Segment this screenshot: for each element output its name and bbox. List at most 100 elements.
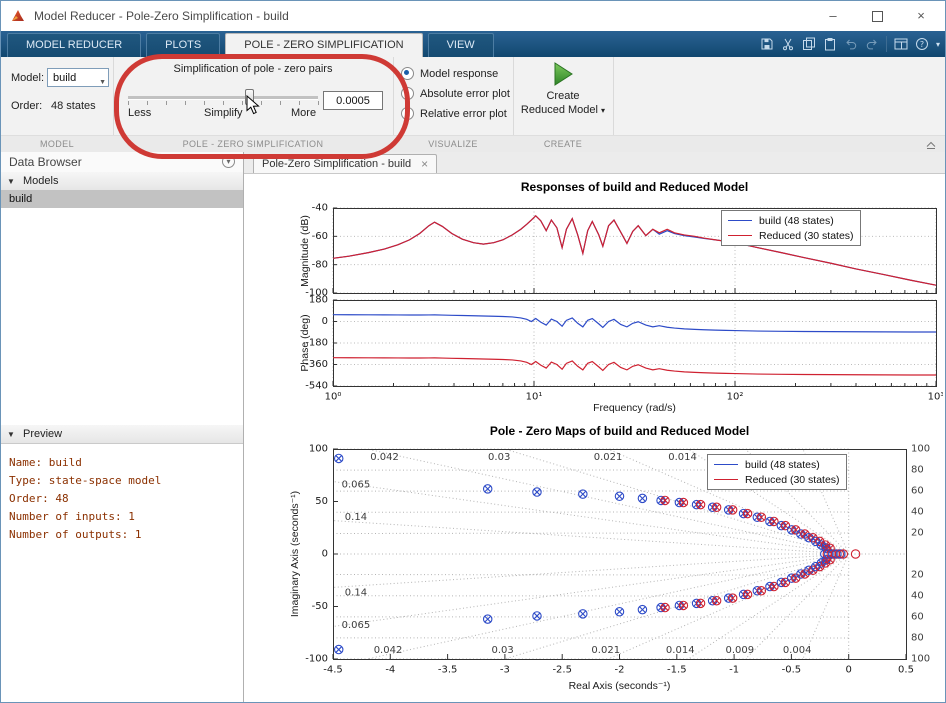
radio-relative-error-label: Relative error plot <box>420 107 507 120</box>
tab-view[interactable]: VIEW <box>427 33 494 57</box>
tolerance-input[interactable] <box>323 91 383 110</box>
build-line-swatch <box>728 220 752 221</box>
preview-line: Name: build <box>9 456 82 469</box>
simplify-slider-ticks <box>128 101 319 105</box>
slider-less-label: Less <box>128 107 152 119</box>
radio-relative-error[interactable]: Relative error plot <box>401 107 507 120</box>
preview-line: Number of outputs: 1 <box>9 528 142 541</box>
maximize-button[interactable] <box>855 1 899 31</box>
model-list-item-build[interactable]: build <box>1 190 243 208</box>
tab-pole-zero-simplification[interactable]: POLE - ZERO SIMPLIFICATION <box>225 33 423 58</box>
model-select-value: build <box>53 72 77 84</box>
real-axis-label: Real Axis (seconds⁻¹) <box>568 680 671 692</box>
section-label-visualize: VISUALIZE <box>428 139 478 149</box>
order-label: Order: <box>11 100 43 112</box>
close-icon[interactable]: × <box>421 158 428 170</box>
matlab-app-icon <box>10 8 26 24</box>
legend-label: build (48 states) <box>759 214 834 227</box>
section-label-model: MODEL <box>39 139 74 149</box>
undo-icon[interactable] <box>844 37 858 51</box>
bode-legend: build (48 states) Reduced (30 states) <box>721 210 861 246</box>
legend-entry-reduced: Reduced (30 states) <box>728 228 854 243</box>
paste-icon[interactable] <box>823 37 837 51</box>
close-button[interactable]: × <box>899 1 943 31</box>
radio-absolute-error[interactable]: Absolute error plot <box>401 87 510 100</box>
copy-icon[interactable] <box>802 37 816 51</box>
reduced-line-swatch <box>714 479 738 480</box>
legend-entry-build: build (48 states) <box>714 457 840 472</box>
minimize-button[interactable]: – <box>811 1 855 31</box>
magnitude-axis-label: Magnitude (dB) <box>299 215 311 287</box>
document-tab[interactable]: Pole-Zero Simplification - build × <box>253 154 438 173</box>
create-button-line2-text: Reduced Model <box>520 104 598 116</box>
expander-down-icon: ▼ <box>7 177 15 186</box>
phase-axis-label: Phase (deg) <box>299 314 311 372</box>
models-section-header[interactable]: ▼ Models <box>1 172 243 191</box>
data-browser-panel: Data Browser ▾ ▼ Models build ▼ Preview … <box>1 152 244 702</box>
simplify-slider-track[interactable] <box>128 96 318 100</box>
simplify-slider-thumb[interactable] <box>245 89 254 105</box>
model-label: Model: <box>11 72 45 84</box>
figure-area: Responses of build and Reduced Model Mag… <box>248 174 943 701</box>
window-title: Model Reducer - Pole-Zero Simplification… <box>34 9 289 23</box>
preview-section-header[interactable]: ▼ Preview <box>1 425 243 444</box>
data-browser-menu-icon[interactable]: ▾ <box>222 155 235 168</box>
tab-model-reducer[interactable]: MODEL REDUCER <box>7 33 142 57</box>
data-browser-title: Data Browser <box>9 155 82 169</box>
document-tab-label: Pole-Zero Simplification - build <box>262 158 412 170</box>
preview-line: Order: 48 <box>9 492 69 505</box>
preview-line: Number of inputs: 1 <box>9 510 135 523</box>
toolbar-separator <box>885 36 887 52</box>
model-preview: Name: build Type: state-space model Orde… <box>1 444 243 702</box>
imaginary-axis-label: Imaginary Axis (seconds⁻¹) <box>289 490 301 618</box>
radio-absolute-error-label: Absolute error plot <box>420 87 510 100</box>
legend-entry-reduced: Reduced (30 states) <box>714 472 840 487</box>
section-label-pzsimplification: POLE - ZERO SIMPLIFICATION <box>182 139 324 149</box>
save-icon[interactable] <box>760 37 774 51</box>
layout-icon[interactable] <box>894 37 908 51</box>
pzmap-title: Pole - Zero Maps of build and Reduced Mo… <box>489 424 750 438</box>
slider-simplify-label: Simplify <box>204 107 243 119</box>
radio-model-response[interactable]: Model response <box>401 67 498 80</box>
app-window: Model Reducer - Pole-Zero Simplification… <box>0 0 946 703</box>
create-button-line1[interactable]: Create <box>513 90 613 102</box>
radio-selected-icon <box>401 67 414 80</box>
toolbar-caret-icon[interactable]: ▾ <box>936 40 940 49</box>
reduced-line-swatch <box>728 235 752 236</box>
order-value: 48 states <box>51 100 96 112</box>
build-line-swatch <box>714 464 738 465</box>
create-reduced-model-button[interactable] <box>513 61 613 92</box>
title-bar: Model Reducer - Pole-Zero Simplification… <box>1 1 945 31</box>
help-icon[interactable]: ? <box>915 37 929 51</box>
legend-label: Reduced (30 states) <box>745 473 840 486</box>
radio-icon <box>401 87 414 100</box>
preview-line: Type: state-space model <box>9 474 162 487</box>
document-tab-bar: Pole-Zero Simplification - build × <box>244 152 945 174</box>
expander-down-icon: ▼ <box>7 430 15 439</box>
chevron-down-icon: ▼ <box>99 79 106 86</box>
create-button-line2[interactable]: Reduced Model ▾ <box>513 104 613 116</box>
ribbon-tab-bar: MODEL REDUCER PLOTS POLE - ZERO SIMPLIFI… <box>1 31 945 58</box>
bode-title: Responses of build and Reduced Model <box>520 180 749 194</box>
maximize-icon <box>871 11 883 23</box>
legend-label: build (48 states) <box>745 458 820 471</box>
radio-icon <box>401 107 414 120</box>
redo-icon[interactable] <box>865 37 879 51</box>
preview-header-label: Preview <box>22 428 63 440</box>
pzmap-legend: build (48 states) Reduced (30 states) <box>707 454 847 490</box>
section-label-create: CREATE <box>543 139 583 149</box>
models-header-label: Models <box>22 175 59 187</box>
document-area: Pole-Zero Simplification - build × Respo… <box>244 152 945 702</box>
radio-model-response-label: Model response <box>420 67 499 80</box>
chevron-down-icon: ▾ <box>601 106 606 115</box>
model-select[interactable]: build ▼ <box>47 68 109 87</box>
tab-plots[interactable]: PLOTS <box>146 33 221 57</box>
play-icon <box>554 62 573 86</box>
frequency-axis-label: Frequency (rad/s) <box>593 402 676 414</box>
slider-more-label: More <box>291 107 317 119</box>
cut-icon[interactable] <box>781 37 795 51</box>
simplification-title: Simplification of pole - zero pairs <box>173 63 333 75</box>
legend-label: Reduced (30 states) <box>759 229 854 242</box>
legend-entry-build: build (48 states) <box>728 213 854 228</box>
svg-text:?: ? <box>920 40 924 49</box>
